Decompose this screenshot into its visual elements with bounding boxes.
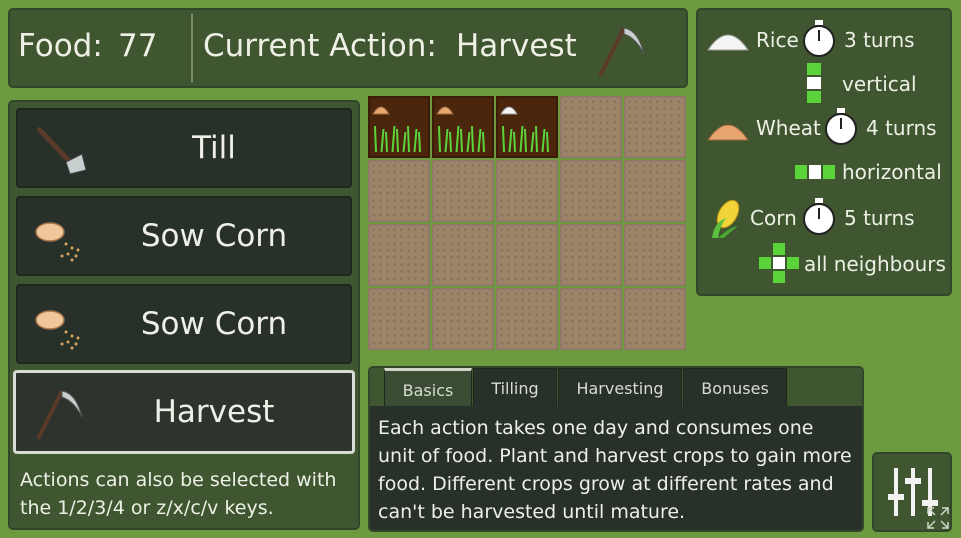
field-cell[interactable] — [560, 96, 622, 158]
current-action-label: Current Action: — [203, 28, 437, 64]
corn-turns: 5 turns — [844, 206, 915, 230]
wheat-icon — [436, 106, 454, 115]
field-cell-wheat[interactable] — [368, 96, 430, 158]
sprouts — [374, 125, 421, 153]
all-neighbours-pattern-icon — [758, 242, 800, 288]
wheat-label: Wheat — [756, 116, 821, 140]
corn-label: Corn — [750, 206, 797, 230]
rice-icon — [706, 22, 750, 56]
stopwatch-icon — [802, 198, 836, 240]
wheat-icon — [706, 112, 750, 146]
scythe-icon — [594, 22, 646, 78]
field-cell[interactable] — [368, 160, 430, 222]
sow-corn-label-2: Sow Corn — [140, 306, 288, 342]
rice-icon — [500, 106, 518, 115]
fullscreen-icon[interactable] — [926, 506, 950, 534]
status-divider — [191, 14, 193, 82]
sprouts — [502, 125, 549, 153]
actions-hint: Actions can also be selected with the 1/… — [20, 469, 337, 519]
stopwatch-icon — [824, 108, 858, 150]
field-cell[interactable] — [368, 224, 430, 286]
corn-icon — [708, 196, 744, 244]
till-button[interactable]: Till — [16, 108, 352, 188]
food-value: 77 — [118, 28, 158, 64]
field-cell-rice[interactable] — [496, 96, 558, 158]
field-cell[interactable] — [624, 160, 686, 222]
field-cell-wheat[interactable] — [432, 96, 494, 158]
harvest-button[interactable]: Harvest — [13, 370, 355, 454]
field-cell[interactable] — [560, 160, 622, 222]
food-label: Food: — [18, 28, 103, 64]
sow-corn-button-2[interactable]: Sow Corn — [16, 284, 352, 364]
status-bar: Food: 77 Current Action: Harvest — [8, 8, 688, 88]
rice-pattern: vertical — [842, 72, 917, 96]
sow-corn-label-1: Sow Corn — [140, 218, 288, 254]
wheat-pattern: horizontal — [842, 160, 942, 184]
help-text: Each action takes one day and consumes o… — [370, 406, 862, 530]
field-cell[interactable] — [496, 160, 558, 222]
tab-bonuses[interactable]: Bonuses — [683, 368, 787, 406]
rice-turns: 3 turns — [844, 28, 915, 52]
field-cell[interactable] — [368, 288, 430, 350]
stopwatch-icon — [802, 20, 836, 62]
sprouts — [438, 125, 485, 153]
field-cell[interactable] — [432, 224, 494, 286]
field-cell[interactable] — [496, 288, 558, 350]
corn-pattern: all neighbours — [804, 252, 946, 276]
harvest-button-label: Harvest — [153, 394, 275, 430]
tab-tilling[interactable]: Tilling — [473, 368, 557, 406]
wheat-icon — [372, 106, 390, 115]
field-cell[interactable] — [560, 224, 622, 286]
vertical-pattern-icon — [806, 62, 822, 108]
crop-legend-panel: Rice 3 turns vertical Wheat 4 turns hori… — [696, 8, 952, 296]
field-cell[interactable] — [432, 160, 494, 222]
rice-label: Rice — [756, 28, 799, 52]
field-cell[interactable] — [624, 288, 686, 350]
field-cell[interactable] — [432, 288, 494, 350]
field-cell[interactable] — [496, 224, 558, 286]
sow-corn-button-1[interactable]: Sow Corn — [16, 196, 352, 276]
current-action-value: Harvest — [456, 28, 577, 64]
till-button-label: Till — [192, 130, 236, 166]
wheat-turns: 4 turns — [866, 116, 937, 140]
horizontal-pattern-icon — [794, 164, 836, 184]
field-cell[interactable] — [624, 224, 686, 286]
field-cell[interactable] — [624, 96, 686, 158]
tab-basics[interactable]: Basics — [384, 368, 472, 406]
farm-grid — [368, 96, 688, 352]
tab-harvesting[interactable]: Harvesting — [558, 368, 682, 406]
field-cell[interactable] — [560, 288, 622, 350]
